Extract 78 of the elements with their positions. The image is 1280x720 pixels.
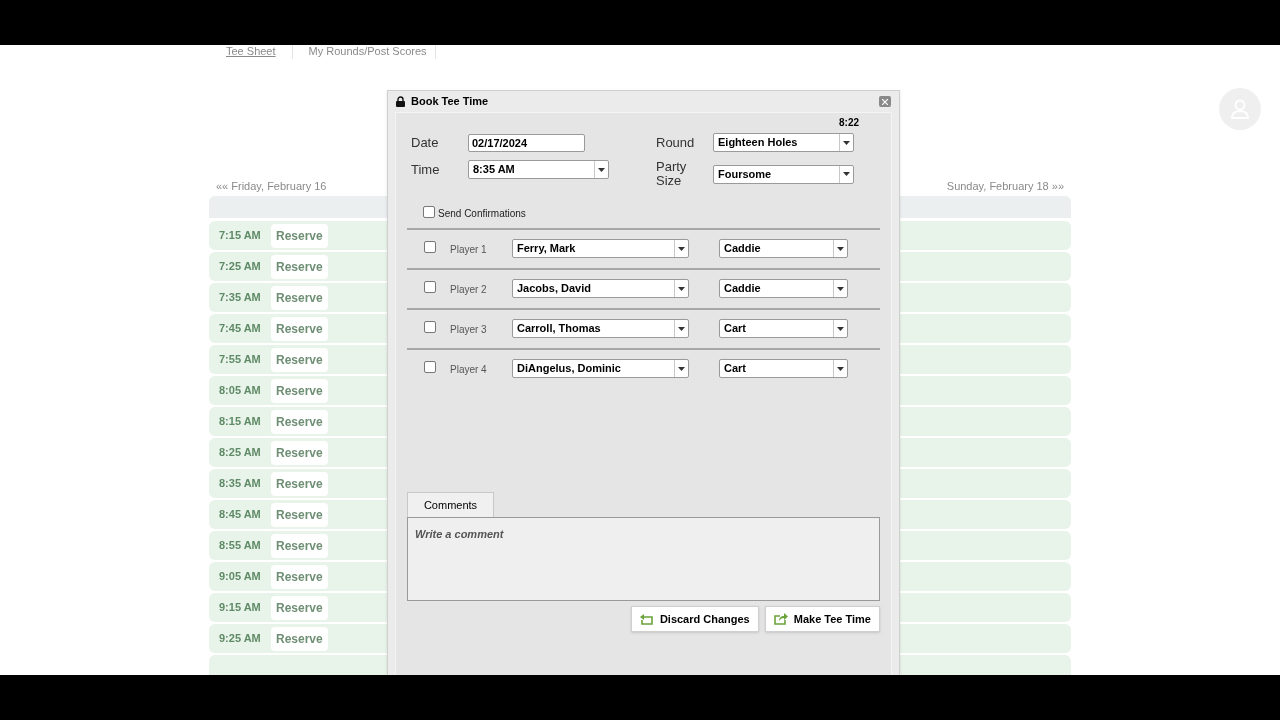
tee-time: 9:15 AM: [219, 600, 262, 616]
tee-time: 8:35 AM: [219, 476, 262, 492]
time-select[interactable]: 8:35 AM: [468, 160, 609, 179]
nav-tab[interactable]: Tee Sheet: [218, 45, 293, 59]
tee-time: 8:05 AM: [219, 383, 262, 399]
undo-icon: [639, 613, 654, 625]
reserve-button[interactable]: Reserve: [271, 285, 328, 310]
reserve-button[interactable]: Reserve: [271, 626, 328, 651]
tee-time: 8:15 AM: [219, 414, 262, 430]
reserve-button[interactable]: Reserve: [271, 223, 328, 248]
reserve-button[interactable]: Reserve: [271, 254, 328, 279]
checkbox[interactable]: [424, 281, 436, 293]
time-label: Time: [411, 160, 441, 179]
reserve-button[interactable]: Reserve: [271, 564, 328, 589]
party-size-select[interactable]: Foursome: [713, 164, 854, 184]
reserve-button[interactable]: Reserve: [271, 378, 328, 403]
tee-time: 9:05 AM: [219, 569, 262, 585]
reserve-button[interactable]: Reserve: [271, 595, 328, 620]
previous-day-link[interactable]: «« Friday, February 16: [216, 179, 327, 193]
player-select[interactable]: Ferry, Mark: [512, 239, 689, 258]
checkbox[interactable]: [424, 321, 436, 333]
transport-select[interactable]: Cart: [719, 319, 848, 338]
caret-icon: [598, 167, 605, 172]
caret-icon: [837, 326, 844, 331]
transport-select[interactable]: Cart: [719, 359, 848, 378]
caret-icon: [678, 286, 685, 291]
player-select[interactable]: Jacobs, David: [512, 279, 689, 298]
checkbox[interactable]: [424, 241, 436, 253]
reserve-button[interactable]: Reserve: [271, 533, 328, 558]
tee-time: 7:55 AM: [219, 352, 262, 368]
make-tee-time-button[interactable]: Make Tee Time: [764, 606, 880, 632]
caret-icon: [843, 172, 850, 176]
player-label: Player 4: [450, 363, 488, 377]
tee-time: 8:55 AM: [219, 538, 262, 554]
dialog-title: Book Tee Time: [411, 94, 490, 110]
clock-text: 8:22: [839, 117, 859, 129]
next-day-link[interactable]: Sunday, February 18 »»: [946, 179, 1064, 193]
reserve-button[interactable]: Reserve: [271, 502, 328, 527]
close-button[interactable]: [879, 96, 891, 107]
caret-icon: [843, 140, 850, 145]
date-field[interactable]: 02/17/2024: [468, 133, 585, 152]
comments-tab[interactable]: Comments: [407, 492, 494, 517]
reserve-button[interactable]: Reserve: [271, 409, 328, 434]
tee-time: 7:25 AM: [219, 259, 262, 275]
tee-time: 7:15 AM: [219, 228, 262, 244]
player-select[interactable]: Carroll, Thomas: [512, 319, 689, 338]
player-label: Player 2: [450, 283, 488, 297]
player-label: Player 3: [450, 323, 488, 337]
tee-time: 7:35 AM: [219, 290, 262, 306]
checkbox[interactable]: [424, 361, 436, 373]
party-size-label: Party Size: [656, 160, 688, 188]
caret-icon: [678, 366, 685, 371]
nav-tab[interactable]: My Rounds/Post Scores: [292, 45, 436, 59]
checkbox-label: Send Confirmations: [438, 207, 526, 221]
round-label: Round: [656, 133, 696, 152]
player-select[interactable]: DiAngelus, Dominic: [512, 359, 689, 378]
reserve-button[interactable]: Reserve: [271, 347, 328, 372]
tee-time: 8:25 AM: [219, 445, 262, 461]
tee-time: 9:25 AM: [219, 631, 262, 647]
caret-icon: [678, 326, 685, 331]
caret-icon: [837, 366, 844, 371]
share-icon: [773, 613, 788, 625]
reserve-button[interactable]: Reserve: [271, 440, 328, 465]
close-icon: [882, 98, 888, 105]
caret-icon: [837, 286, 844, 291]
lock-icon: [396, 96, 405, 107]
player-label: Player 1: [450, 243, 488, 257]
reserve-button[interactable]: Reserve: [271, 471, 328, 496]
discard-button[interactable]: Discard Changes: [630, 606, 759, 632]
comment-field[interactable]: Write a comment: [407, 517, 880, 601]
reserve-button[interactable]: Reserve: [271, 316, 328, 341]
transport-select[interactable]: Caddie: [719, 239, 848, 258]
tee-time: 8:45 AM: [219, 507, 262, 523]
date-label: Date: [411, 133, 440, 152]
round-select[interactable]: Eighteen Holes: [713, 133, 854, 152]
checkbox[interactable]: [423, 206, 435, 218]
transport-select[interactable]: Caddie: [719, 279, 848, 298]
tee-time: 7:45 AM: [219, 321, 262, 337]
